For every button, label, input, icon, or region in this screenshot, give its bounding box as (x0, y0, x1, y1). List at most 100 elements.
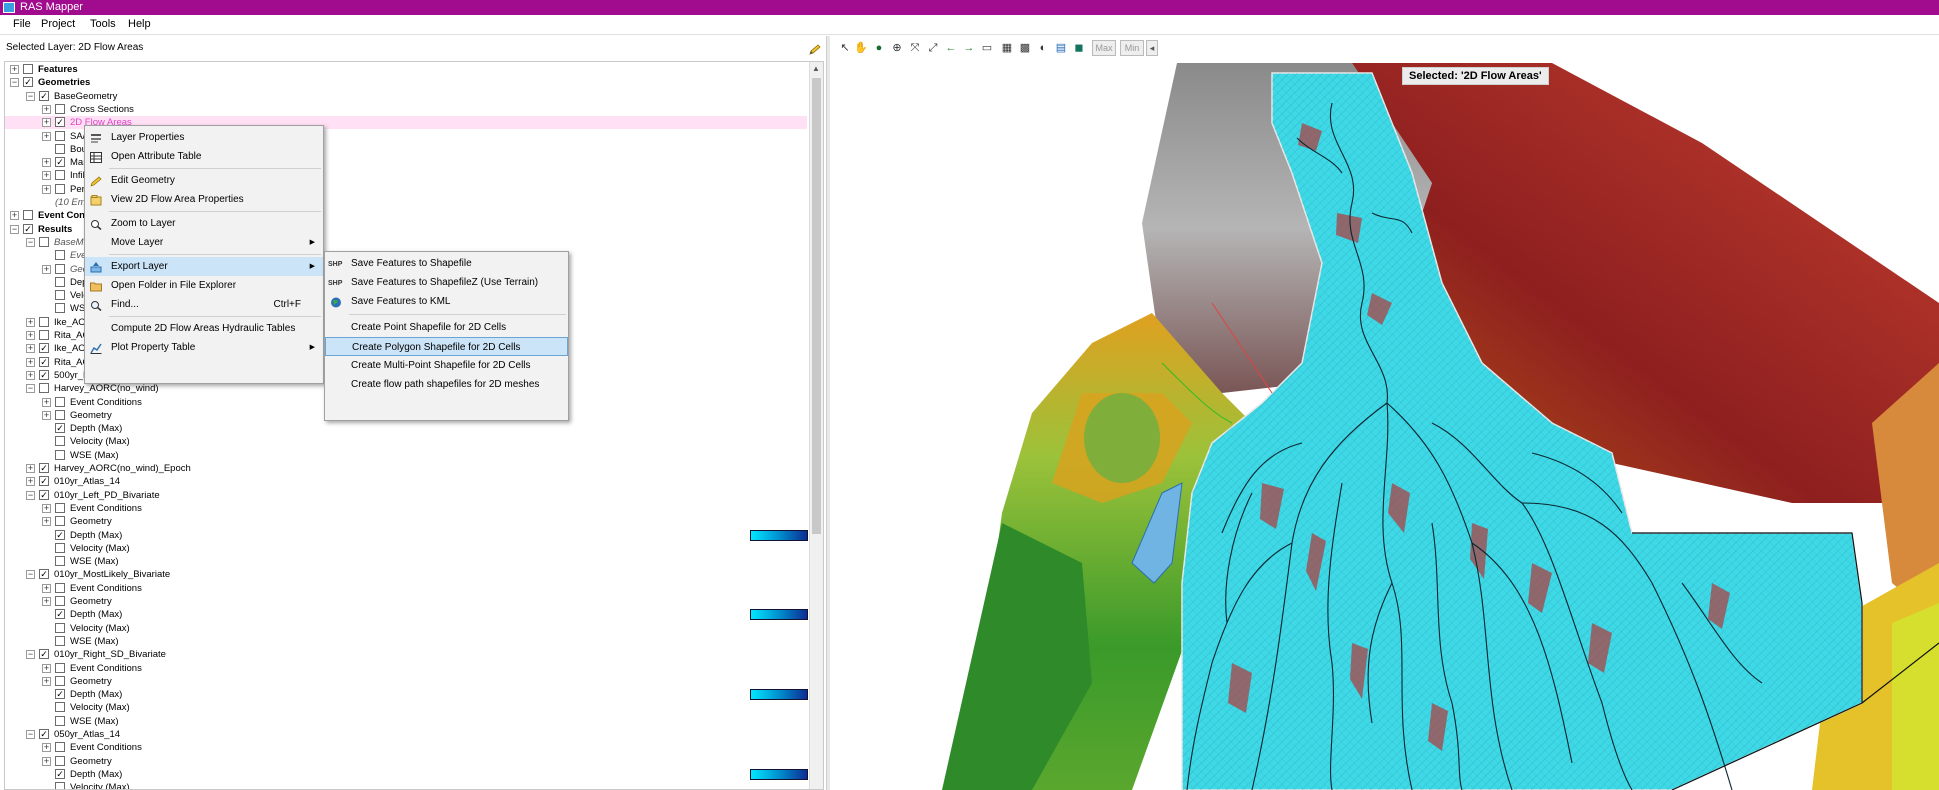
expand-plus-icon[interactable]: + (42, 171, 51, 181)
tree-row[interactable]: − ✓ BaseGeometry (5, 90, 805, 103)
layer-checkbox[interactable] (39, 383, 49, 394)
collapse-minus-icon[interactable]: − (26, 490, 35, 500)
layer-checkbox[interactable] (55, 276, 65, 287)
tree-row[interactable]: + Cross Sections (5, 103, 805, 116)
grid-icon[interactable]: ▩ (1018, 41, 1032, 55)
export-menu-item[interactable]: Create flow path shapefiles for 2D meshe… (325, 375, 568, 394)
expand-plus-icon[interactable]: + (42, 503, 51, 513)
terrain-map[interactable] (832, 63, 1939, 790)
layer-checkbox[interactable] (55, 103, 65, 114)
layer-checkbox[interactable]: ✓ (23, 223, 33, 234)
tree-row[interactable]: WSE (Max) (5, 555, 805, 568)
expand-plus-icon[interactable]: + (42, 131, 51, 141)
layer-checkbox[interactable]: ✓ (39, 476, 49, 487)
context-menu-item[interactable]: Zoom to Layer (85, 214, 323, 233)
collapse-minus-icon[interactable]: − (10, 224, 19, 234)
layer-checkbox[interactable] (55, 303, 65, 314)
expand-plus-icon[interactable]: + (10, 211, 19, 221)
max-button[interactable]: Max (1092, 40, 1116, 56)
layer-checkbox[interactable] (55, 582, 65, 593)
layer-checkbox[interactable] (55, 396, 65, 407)
expand-plus-icon[interactable]: + (42, 158, 51, 168)
tree-row[interactable]: + Geometry (5, 595, 805, 608)
tree-row[interactable]: + ✓ Harvey_AORC(no_wind)_Epoch (5, 462, 805, 475)
min-button[interactable]: Min (1120, 40, 1144, 56)
layers-icon[interactable]: ▤ (1054, 41, 1068, 55)
layer-checkbox[interactable]: ✓ (39, 463, 49, 473)
expand-plus-icon[interactable]: + (42, 517, 51, 527)
tree-row[interactable]: + Event Conditions (5, 741, 805, 754)
expand-plus-icon[interactable]: + (10, 65, 19, 74)
menu-tools[interactable]: Tools (90, 18, 116, 30)
layer-checkbox[interactable] (55, 250, 65, 261)
tree-row[interactable]: + Features (5, 63, 805, 76)
tree-row[interactable]: + Event Conditions (5, 662, 805, 675)
tree-row[interactable]: + ✓ 010yr_Atlas_14 (5, 475, 805, 488)
context-menu-item[interactable]: Open Folder in File Explorer (85, 276, 323, 295)
layer-checkbox[interactable] (55, 742, 65, 753)
tree-row[interactable]: + Geometry (5, 515, 805, 528)
collapse-minus-icon[interactable]: − (26, 91, 35, 101)
layer-checkbox[interactable]: ✓ (55, 117, 65, 128)
layer-checkbox[interactable]: ✓ (39, 649, 49, 660)
layer-checkbox[interactable] (55, 702, 65, 713)
layer-checkbox[interactable]: ✓ (23, 77, 33, 88)
tree-row[interactable]: ✓ Depth (Max) (5, 768, 808, 781)
context-menu-item[interactable]: Layer Properties (85, 128, 323, 147)
context-menu-item[interactable]: Plot Property Table ▶ (85, 338, 323, 357)
expand-plus-icon[interactable]: + (42, 676, 51, 686)
expand-plus-icon[interactable]: + (42, 264, 51, 274)
tree-scrollbar[interactable]: ▲ (809, 62, 823, 789)
edit-pencil-icon[interactable] (808, 44, 822, 56)
layer-checkbox[interactable]: ✓ (55, 157, 65, 168)
menu-help[interactable]: Help (128, 18, 151, 30)
export-menu-item[interactable]: Create Point Shapefile for 2D Cells (325, 318, 568, 337)
context-menu-item[interactable]: Compute 2D Flow Areas Hydraulic Tables (85, 319, 323, 338)
layer-checkbox[interactable]: ✓ (55, 423, 65, 434)
expand-plus-icon[interactable]: + (42, 184, 51, 194)
tree-row[interactable]: Velocity (Max) (5, 781, 805, 789)
layer-checkbox[interactable] (23, 64, 33, 74)
layer-checkbox[interactable]: ✓ (39, 90, 49, 101)
tree-row[interactable]: − ✓ 010yr_Left_PD_Bivariate (5, 489, 805, 502)
layer-checkbox[interactable] (55, 622, 65, 633)
zoom-out-icon[interactable]: ⤧ (908, 41, 922, 55)
expand-plus-icon[interactable]: + (26, 317, 35, 327)
tree-row[interactable]: Velocity (Max) (5, 542, 805, 555)
tree-row[interactable]: + Geometry (5, 675, 805, 688)
expand-plus-icon[interactable]: + (26, 331, 35, 340)
context-menu-item[interactable]: Edit Geometry (85, 171, 323, 190)
layer-checkbox[interactable]: ✓ (55, 768, 65, 779)
layer-checkbox[interactable] (55, 675, 65, 686)
tree-row[interactable]: − ✓ 010yr_Right_SD_Bivariate (5, 648, 805, 661)
export-menu-item[interactable]: Create Multi-Point Shapefile for 2D Cell… (325, 356, 568, 375)
layer-checkbox[interactable] (39, 316, 49, 327)
layer-checkbox[interactable] (39, 236, 49, 247)
export-menu-item[interactable]: SHP Save Features to Shapefile (325, 254, 568, 273)
tree-row[interactable]: ✓ Depth (Max) (5, 422, 805, 435)
layer-checkbox[interactable]: ✓ (39, 729, 49, 739)
tree-row[interactable]: Velocity (Max) (5, 622, 805, 635)
profile-icon[interactable]: ▦ (1000, 41, 1014, 55)
layer-checkbox[interactable] (55, 409, 65, 420)
layer-checkbox[interactable] (55, 263, 65, 274)
expand-plus-icon[interactable]: + (42, 756, 51, 766)
layer-checkbox[interactable]: ✓ (39, 569, 49, 580)
layer-checkbox[interactable]: ✓ (55, 529, 65, 540)
context-menu-item[interactable]: Find... Ctrl+F (85, 295, 323, 314)
collapse-minus-icon[interactable]: − (10, 78, 19, 88)
layer-checkbox[interactable] (55, 183, 65, 194)
collapse-minus-icon[interactable]: − (26, 730, 35, 739)
layer-checkbox[interactable]: ✓ (55, 689, 65, 700)
layer-checkbox[interactable] (55, 662, 65, 673)
select-arrow-icon[interactable]: ↖ (838, 41, 852, 55)
expand-plus-icon[interactable]: + (26, 357, 35, 367)
layer-checkbox[interactable] (55, 143, 65, 154)
layer-checkbox[interactable] (55, 542, 65, 553)
measure-icon[interactable]: ▭ (980, 41, 994, 55)
expand-plus-icon[interactable]: + (42, 118, 51, 128)
expand-plus-icon[interactable]: + (42, 410, 51, 420)
tree-row[interactable]: + Event Conditions (5, 582, 805, 595)
tree-row[interactable]: WSE (Max) (5, 635, 805, 648)
collapse-minus-icon[interactable]: − (26, 570, 35, 580)
